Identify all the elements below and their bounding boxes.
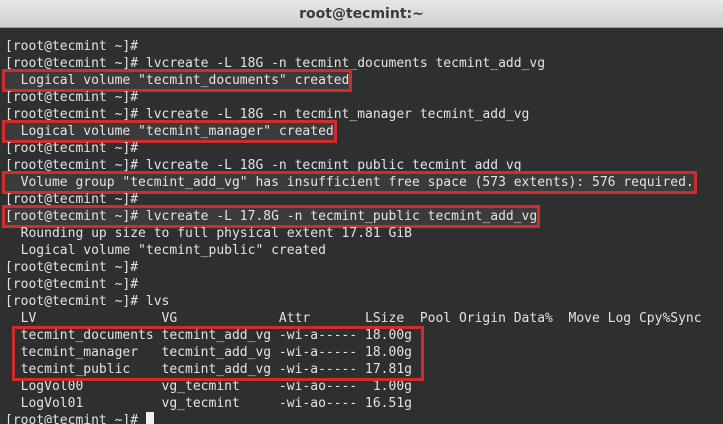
terminal-line: Logical volume "tecmint_public" created [5, 243, 326, 258]
lvs-row: LogVol01 vg_tecmint -wi-ao---- 16.51g [5, 396, 412, 411]
highlighted-output: Logical volume "tecmint_manager" created [2, 120, 337, 143]
prompt-text: [root@tecmint ~]# [5, 413, 139, 424]
highlighted-command: [root@tecmint ~]# lvcreate -L 17.8G -n t… [1, 205, 541, 228]
window-title: root@tecmint:~ [299, 5, 424, 22]
terminal-line: [root@tecmint ~]# lvcreate -L 18G -n tec… [5, 56, 546, 71]
terminal-line: [root@tecmint ~]# [5, 39, 139, 54]
terminal-line: Logical volume "tecmint_manager" created [2, 120, 723, 143]
terminal-line: [root@tecmint ~]# lvs [5, 294, 170, 309]
lvs-header-row: LV VG Attr LSize Pool Origin Data% Move … [5, 311, 702, 326]
terminal-line: Volume group "tecmint_add_vg" has insuff… [2, 171, 723, 194]
terminal-line: [root@tecmint ~]# [5, 90, 139, 105]
terminal-line: [root@tecmint ~]# lvcreate -L 18G -n tec… [5, 107, 530, 122]
lvs-row: LogVol00 vg_tecmint -wi-ao---- 1.00g [5, 379, 412, 394]
terminal-line: [root@tecmint ~]# [5, 277, 139, 292]
highlighted-output: Logical volume "tecmint_documents" creat… [1, 69, 353, 92]
terminal-window: root@tecmint:~ [root@tecmint ~]# [root@t… [0, 0, 723, 424]
highlighted-error: Volume group "tecmint_add_vg" has insuff… [2, 171, 697, 194]
terminal-line: [root@tecmint ~]# [5, 141, 139, 156]
terminal-line: Logical volume "tecmint_documents" creat… [1, 69, 723, 92]
terminal-line: [root@tecmint ~]# [5, 192, 139, 207]
lvs-row: tecmint_documents tecmint_add_vg -wi-a--… [5, 328, 412, 343]
terminal-line: [root@tecmint ~]# lvcreate -L 17.8G -n t… [1, 205, 723, 228]
title-bar[interactable]: root@tecmint:~ [0, 0, 723, 28]
prompt-line[interactable]: [root@tecmint ~]# [5, 412, 723, 424]
terminal-line: Rounding up size to full physical extent… [5, 226, 412, 241]
terminal-line: [root@tecmint ~]# [5, 260, 139, 275]
text-cursor [145, 412, 154, 424]
lvs-row: tecmint_public tecmint_add_vg -wi-a-----… [5, 362, 412, 377]
terminal-line: [root@tecmint ~]# lvcreate -L 18G -n tec… [5, 158, 522, 173]
terminal-body[interactable]: [root@tecmint ~]# [root@tecmint ~]# lvcr… [0, 28, 723, 424]
lvs-row: tecmint_manager tecmint_add_vg -wi-a----… [5, 345, 412, 360]
